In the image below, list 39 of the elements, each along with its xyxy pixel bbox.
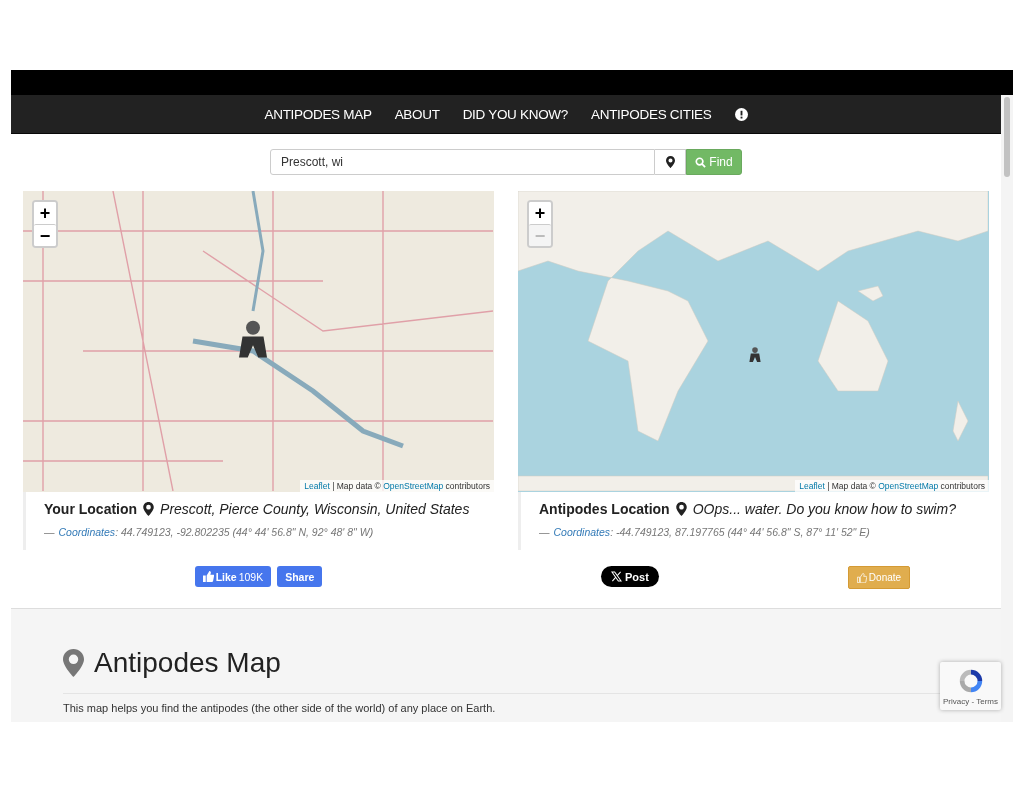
coordinates-text: : 44.749123, -92.802235 (44° 44' 56.8" N, 92° 48' 8" W)	[115, 526, 374, 538]
pin-icon	[63, 649, 84, 677]
thumbs-up-icon	[856, 572, 867, 583]
attribution-link[interactable]: OpenStreetMap	[383, 481, 444, 491]
map-attribution: Leaflet | Map data © OpenStreetMap contributors	[300, 480, 494, 492]
attribution-link[interactable]: OpenStreetMap	[878, 481, 939, 491]
share-button[interactable]: Share	[277, 566, 323, 587]
nav-link[interactable]: DID YOU KNOW?	[462, 106, 568, 122]
nav-link[interactable]: ANTIPODES MAP	[264, 106, 372, 122]
recaptcha-badge[interactable]: Privacy - Terms	[940, 662, 1001, 710]
pin-icon	[675, 502, 687, 516]
search-icon	[695, 156, 707, 168]
attribution-link[interactable]: Leaflet	[799, 481, 825, 491]
info-icon[interactable]	[734, 107, 748, 121]
post-button[interactable]: Post	[601, 566, 659, 587]
zoom-out-button[interactable]: −	[34, 224, 56, 246]
figure-marker-icon[interactable]	[748, 346, 762, 364]
dash-mark: —	[44, 526, 55, 538]
location-title: Antipodes Location	[539, 501, 670, 517]
nav-link[interactable]: ANTIPODES CITIES	[591, 106, 712, 122]
place-name: Prescott, Pierce County, Wisconsin, United States	[160, 501, 470, 517]
scrollbar[interactable]	[1001, 95, 1013, 722]
like-button[interactable]: Like 109K	[194, 566, 272, 587]
recaptcha-links[interactable]: Privacy - Terms	[943, 696, 998, 706]
pin-icon	[665, 156, 675, 168]
thumbs-up-icon	[202, 571, 214, 582]
section-heading: Antipodes Map	[94, 647, 281, 679]
x-logo-icon	[611, 571, 622, 582]
location-button[interactable]	[655, 149, 686, 175]
scrollbar-thumb[interactable]	[1004, 97, 1010, 177]
coordinates-text: : -44.749123, 87.197765 (44° 44' 56.8" S, 87° 11' 52" E)	[610, 526, 870, 538]
search-field[interactable]: Prescott, wi	[270, 149, 655, 175]
map-attribution: Leaflet | Map data © OpenStreetMap contributors	[795, 480, 989, 492]
place-name: OOps... water. Do you know how to swim?	[692, 501, 956, 517]
dash-mark: —	[539, 526, 550, 538]
nav-link[interactable]: ABOUT	[394, 106, 440, 122]
pin-icon	[143, 502, 155, 516]
location-title: Your Location	[44, 501, 138, 517]
attribution-link[interactable]: Leaflet	[304, 481, 330, 491]
